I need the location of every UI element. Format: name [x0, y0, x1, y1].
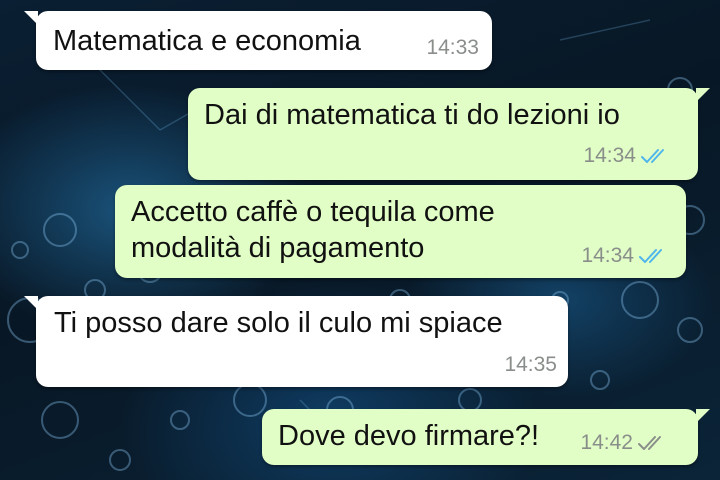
double-check-delivered-icon: [638, 436, 661, 450]
message-timestamp: 14:34: [583, 144, 636, 167]
message-meta: 14:34: [583, 144, 671, 168]
message-bubble-incoming[interactable]: Ti posso dare solo il culo mi spiace 14:3…: [24, 296, 568, 387]
message-bubble-outgoing[interactable]: Dove devo firmare?! 14:42: [262, 409, 710, 465]
message-text: Matematica e economia: [53, 25, 361, 57]
message-bubble-outgoing[interactable]: Dai di matematica ti do lezioni io 14:34: [188, 88, 710, 180]
message-text: Dove devo firmare?!: [278, 420, 540, 452]
message-timestamp: 14:33: [426, 36, 479, 59]
message-meta: 14:33: [426, 36, 479, 60]
message-text: Ti posso dare solo il culo mi spiace: [54, 307, 503, 339]
double-check-read-icon: [639, 249, 662, 263]
message-text: Dai di matematica ti do lezioni io: [204, 99, 620, 131]
bubble-tail: [696, 88, 710, 102]
message-bubble-incoming[interactable]: Matematica e economia 14:33: [24, 11, 492, 70]
message-timestamp: 14:35: [504, 353, 557, 376]
bubble-tail: [696, 409, 710, 423]
bubble-tail: [24, 296, 38, 310]
message-text: Accetto caffè o tequila come modalità di…: [131, 196, 495, 264]
message-meta: 14:42: [580, 431, 668, 455]
message-timestamp: 14:34: [581, 244, 634, 267]
message-bubble-outgoing[interactable]: Accetto caffè o tequila come modalità di…: [115, 185, 686, 278]
bubble-tail: [24, 11, 38, 25]
message-meta: 14:34: [581, 244, 669, 268]
double-check-read-icon: [641, 149, 664, 163]
message-timestamp: 14:42: [580, 431, 633, 454]
message-meta: 14:35: [504, 353, 557, 377]
